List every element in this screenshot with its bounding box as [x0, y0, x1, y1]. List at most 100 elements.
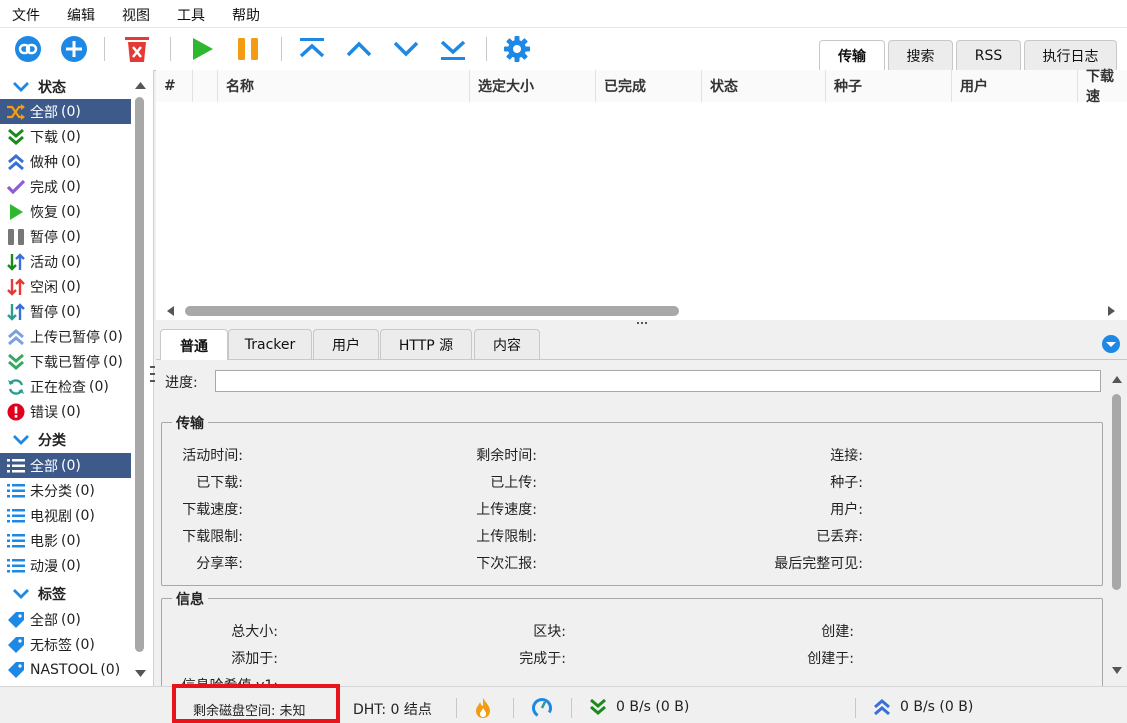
scroll-down-arrow-icon[interactable] — [134, 669, 147, 679]
filter-tag-untagged[interactable]: 无标签 (0) — [0, 632, 131, 657]
chevron-down-icon — [393, 41, 419, 57]
link-icon — [15, 36, 41, 62]
filter-status-downloading[interactable]: 下载 (0) — [0, 124, 131, 149]
download-limit-label: 下载限制: — [182, 529, 243, 545]
filter-status-errored[interactable]: 错误 (0) — [0, 399, 131, 424]
delete-icon — [125, 37, 149, 62]
tab-general[interactable]: 普通 — [160, 329, 228, 361]
resume-button[interactable] — [186, 33, 218, 65]
scroll-down-arrow-icon[interactable] — [1111, 666, 1123, 676]
transfer-group-title: 传输 — [172, 413, 208, 433]
tab-content[interactable]: 内容 — [474, 329, 540, 359]
filter-status-paused[interactable]: 暂停 (0) — [0, 224, 131, 249]
filter-status-checking[interactable]: 正在检查 (0) — [0, 374, 131, 399]
filter-status-all[interactable]: 全部 (0) — [0, 99, 131, 124]
filter-status-download-paused[interactable]: 下载已暂停 (0) — [0, 349, 131, 374]
filter-count: (0) — [61, 403, 81, 420]
table-horizontal-scrollbar[interactable] — [156, 302, 1127, 320]
filter-category-anime[interactable]: 动漫 (0) — [0, 553, 131, 578]
tab-http-sources[interactable]: HTTP 源 — [380, 329, 472, 359]
wasted-label: 已丢弃: — [816, 529, 863, 545]
filter-count: (0) — [75, 636, 95, 653]
tag-section-header[interactable]: 标签 — [12, 583, 66, 605]
filter-status-resumed[interactable]: 恢复 (0) — [0, 199, 131, 224]
filter-status-upload-paused[interactable]: 上传已暂停 (0) — [0, 324, 131, 349]
list-icon — [5, 481, 27, 501]
filter-category-uncategorized[interactable]: 未分类 (0) — [0, 478, 131, 503]
category-header-label: 分类 — [38, 433, 66, 449]
menu-view[interactable]: 视图 — [122, 5, 150, 25]
filter-status-active[interactable]: 活动 (0) — [0, 249, 131, 274]
delete-button[interactable] — [121, 33, 153, 65]
scroll-up-arrow-icon[interactable] — [1111, 374, 1123, 384]
sidebar-scroll-thumb[interactable] — [135, 97, 144, 652]
filter-label: 全部 — [30, 458, 58, 475]
column-header-status[interactable]: 状态 — [702, 70, 826, 102]
column-header-completed[interactable]: 已完成 — [596, 70, 702, 102]
speed-gauge-icon[interactable] — [531, 697, 553, 719]
pause-button[interactable] — [232, 33, 264, 65]
gear-icon — [504, 36, 530, 62]
panel-splitter[interactable] — [156, 320, 1127, 328]
menu-help[interactable]: 帮助 — [232, 5, 260, 25]
column-header-download-speed[interactable]: 下载速 — [1078, 69, 1127, 105]
add-link-button[interactable] — [12, 33, 44, 65]
shuffle-icon — [5, 102, 27, 122]
filter-status-stalled[interactable]: 暂停 (0) — [0, 299, 131, 324]
filter-category-all[interactable]: 全部 (0) — [0, 453, 131, 478]
filter-label: 完成 — [30, 179, 58, 196]
filter-status-seeding[interactable]: 做种 (0) — [0, 149, 131, 174]
filter-tag-all[interactable]: 全部 (0) — [0, 607, 131, 632]
play-icon — [5, 202, 27, 222]
filter-tag-nastool[interactable]: NASTOOL (0) — [0, 657, 131, 682]
list-icon — [5, 531, 27, 551]
scroll-left-arrow-icon[interactable] — [165, 305, 175, 317]
column-header-name[interactable]: 名称 — [218, 70, 470, 102]
filter-status-inactive[interactable]: 空闲 (0) — [0, 274, 131, 299]
filter-category-tv[interactable]: 电视剧 (0) — [0, 503, 131, 528]
filter-count: (0) — [61, 278, 81, 295]
details-scroll-thumb[interactable] — [1112, 394, 1121, 590]
filter-count: (0) — [61, 457, 81, 474]
filter-category-movie[interactable]: 电影 (0) — [0, 528, 131, 553]
scroll-right-arrow-icon[interactable] — [1107, 305, 1117, 317]
tab-peers[interactable]: 用户 — [313, 329, 379, 359]
menu-file[interactable]: 文件 — [12, 5, 40, 25]
category-section-header[interactable]: 分类 — [12, 429, 66, 451]
filter-count: (0) — [89, 378, 109, 395]
menu-tools[interactable]: 工具 — [177, 5, 205, 25]
collapse-panel-icon[interactable] — [1101, 334, 1121, 354]
column-header-icon[interactable] — [193, 70, 218, 102]
menu-edit[interactable]: 编辑 — [67, 5, 95, 25]
column-header-seeds[interactable]: 种子 — [826, 70, 952, 102]
chevron-down-icon — [13, 589, 29, 599]
table-scroll-thumb[interactable] — [185, 306, 679, 316]
tab-tracker[interactable]: Tracker — [228, 329, 312, 359]
completed-on-label: 完成于: — [519, 651, 566, 667]
move-down-button[interactable] — [390, 33, 422, 65]
sidebar-scrollbar[interactable] — [133, 75, 148, 685]
filter-label: 暂停 — [30, 229, 58, 246]
column-header-selected-size[interactable]: 选定大小 — [470, 70, 596, 102]
options-button[interactable] — [501, 33, 533, 65]
move-top-button[interactable] — [296, 33, 328, 65]
filter-count: (0) — [61, 228, 81, 245]
download-speed-icon — [590, 698, 606, 715]
tab-transfers[interactable]: 传输 — [819, 40, 885, 71]
column-header-number[interactable]: # — [156, 70, 193, 102]
tab-search[interactable]: 搜索 — [888, 40, 953, 70]
column-header-peers[interactable]: 用户 — [952, 70, 1078, 102]
download-speed-label: 下载速度: — [182, 502, 243, 518]
info-group: 信息 — [161, 589, 1103, 686]
filter-count: (0) — [75, 482, 95, 499]
filter-label: 无标签 — [30, 637, 72, 654]
filter-status-completed[interactable]: 完成 (0) — [0, 174, 131, 199]
move-up-button[interactable] — [343, 33, 375, 65]
status-section-header[interactable]: 状态 — [12, 76, 66, 98]
splitter-handle[interactable] — [150, 366, 155, 382]
filter-count: (0) — [75, 507, 95, 524]
move-bottom-button[interactable] — [437, 33, 469, 65]
scroll-up-arrow-icon[interactable] — [134, 80, 147, 90]
tab-rss[interactable]: RSS — [956, 40, 1021, 70]
add-torrent-button[interactable] — [58, 33, 90, 65]
